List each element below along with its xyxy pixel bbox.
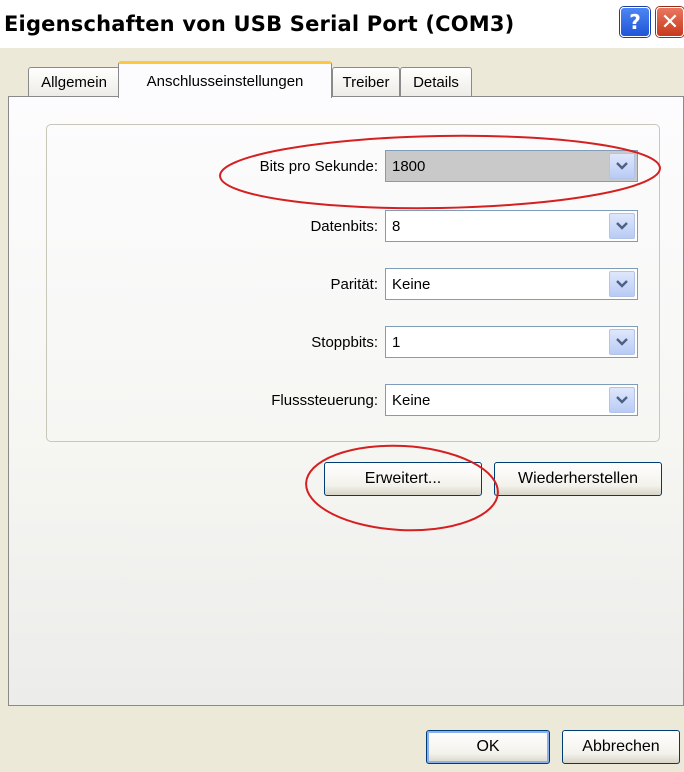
ok-button[interactable]: OK — [426, 730, 550, 764]
tab-label: Allgemein — [41, 74, 107, 91]
window-frame — [0, 48, 6, 772]
stopbits-label: Stoppbits: — [311, 334, 378, 351]
chevron-down-icon[interactable] — [609, 329, 635, 355]
tab-allgemein[interactable]: Allgemein — [28, 67, 120, 97]
tab-details[interactable]: Details — [400, 67, 472, 97]
parity-value: Keine — [392, 275, 431, 293]
baud-rate-label: Bits pro Sekunde: — [259, 158, 378, 175]
flow-control-dropdown[interactable]: Keine — [385, 384, 638, 416]
tab-label: Treiber — [342, 74, 390, 91]
advanced-button-label: Erweitert... — [364, 470, 442, 487]
databits-label: Datenbits: — [310, 218, 378, 235]
chevron-down-icon[interactable] — [609, 271, 635, 297]
window-title: Eigenschaften von USB Serial Port (COM3) — [4, 12, 515, 36]
cancel-button[interactable]: Abbrechen — [562, 730, 680, 764]
ok-button-label: OK — [476, 738, 500, 755]
chevron-down-icon[interactable] — [609, 387, 635, 413]
stopbits-dropdown[interactable]: 1 — [385, 326, 638, 358]
parity-label: Parität: — [330, 276, 378, 293]
tab-label: Details — [413, 74, 459, 91]
baud-rate-value: 1800 — [392, 157, 426, 175]
restore-defaults-button[interactable]: Wiederherstellen — [494, 462, 662, 496]
restore-defaults-button-label: Wiederherstellen — [517, 470, 639, 487]
parity-dropdown[interactable]: Keine — [385, 268, 638, 300]
help-button[interactable]: ? — [620, 7, 650, 37]
close-icon: ✕ — [660, 9, 680, 35]
databits-dropdown[interactable]: 8 — [385, 210, 638, 242]
stopbits-value: 1 — [392, 333, 401, 351]
tab-treiber[interactable]: Treiber — [332, 67, 400, 97]
chevron-down-icon[interactable] — [609, 213, 635, 239]
title-bar: Eigenschaften von USB Serial Port (COM3)… — [0, 0, 684, 48]
flow-control-value: Keine — [392, 391, 431, 409]
baud-rate-dropdown[interactable]: 1800 — [385, 150, 638, 182]
help-icon: ? — [629, 10, 641, 34]
close-button[interactable]: ✕ — [656, 7, 684, 37]
chevron-down-icon[interactable] — [609, 153, 635, 179]
advanced-button[interactable]: Erweitert... — [324, 462, 482, 496]
tab-anschlusseinstellungen[interactable]: Anschlusseinstellungen — [118, 61, 332, 98]
flow-control-label: Flusssteuerung: — [271, 392, 378, 409]
tab-label: Anschlusseinstellungen — [146, 72, 304, 90]
cancel-button-label: Abbrechen — [582, 738, 660, 755]
databits-value: 8 — [392, 217, 401, 235]
